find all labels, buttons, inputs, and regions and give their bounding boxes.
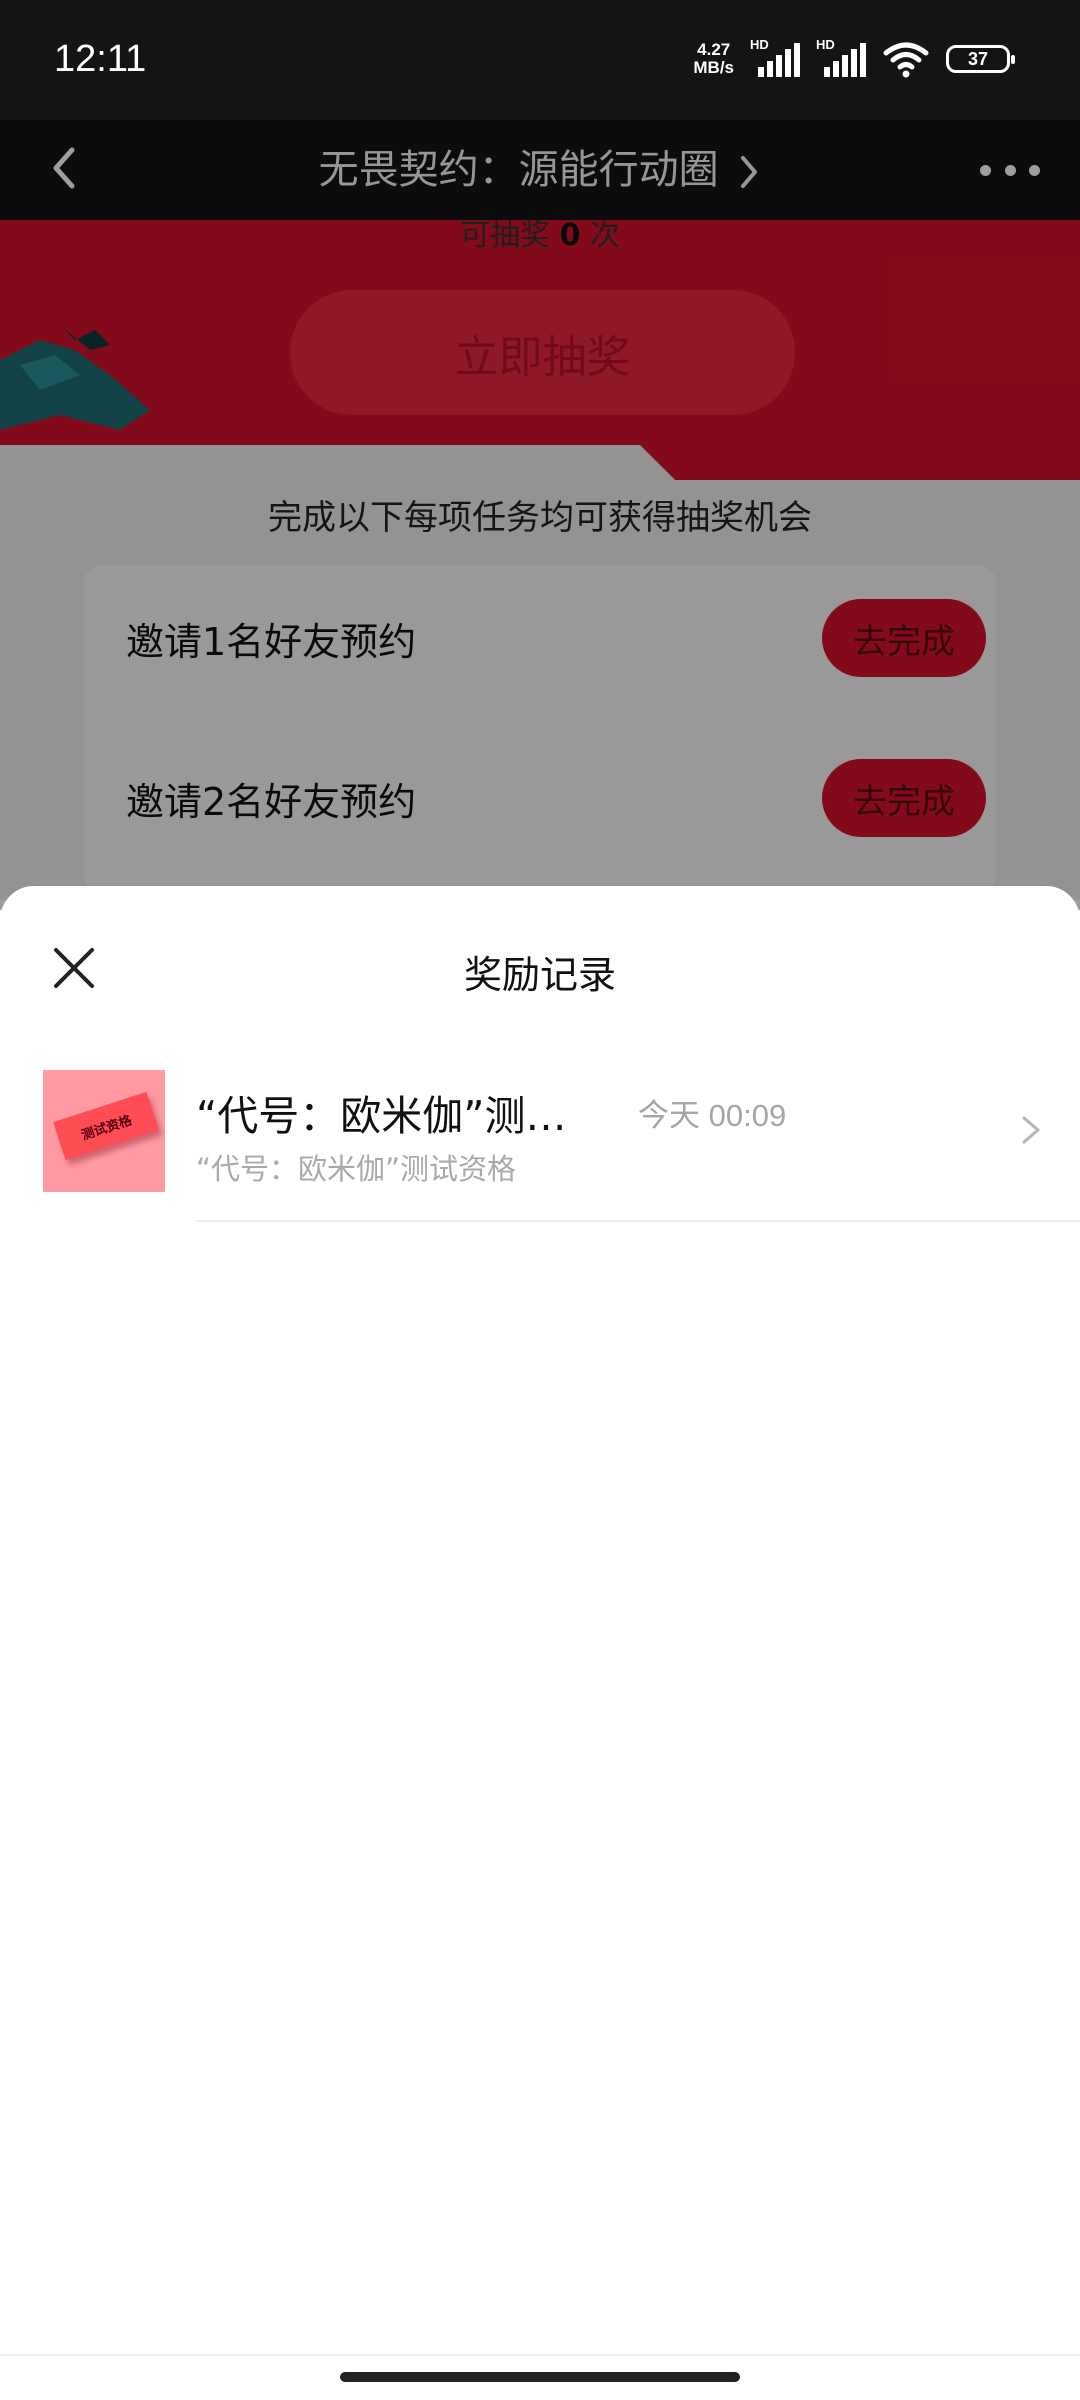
battery-icon: 37 [946,45,1015,73]
chevron-right-icon [1022,1116,1040,1144]
record-subtitle: “代号：欧米伽”测试资格 [196,1152,517,1186]
signal-2-icon: HD [816,37,866,77]
divider [0,2354,1080,2356]
status-icons: 4.27 MB/s HD HD 37 [693,34,1015,84]
divider [196,1220,1080,1222]
record-time: 今天 00:09 [638,1098,787,1133]
signal-1-icon: HD [750,37,800,77]
wifi-icon [883,42,929,78]
reward-records-sheet: 奖励记录 测试资格 “代号：欧米伽”测… 今天 00:09 “代号：欧米伽”测试… [0,886,1080,2400]
record-title: “代号：欧米伽”测… [196,1092,567,1140]
sheet-title: 奖励记录 [463,953,616,997]
reward-thumbnail: 测试资格 [43,1070,165,1192]
home-indicator[interactable] [340,2372,740,2382]
network-speed: 4.27 MB/s [693,40,734,77]
modal-overlay[interactable] [0,120,1080,910]
status-bar: 12:11 4.27 MB/s HD HD 37 [0,0,1080,120]
status-time: 12:11 [54,38,147,80]
ticket-icon: 测试资格 [53,1091,159,1161]
reward-record-item[interactable]: 测试资格 “代号：欧米伽”测… 今天 00:09 “代号：欧米伽”测试资格 [0,1070,1080,1222]
